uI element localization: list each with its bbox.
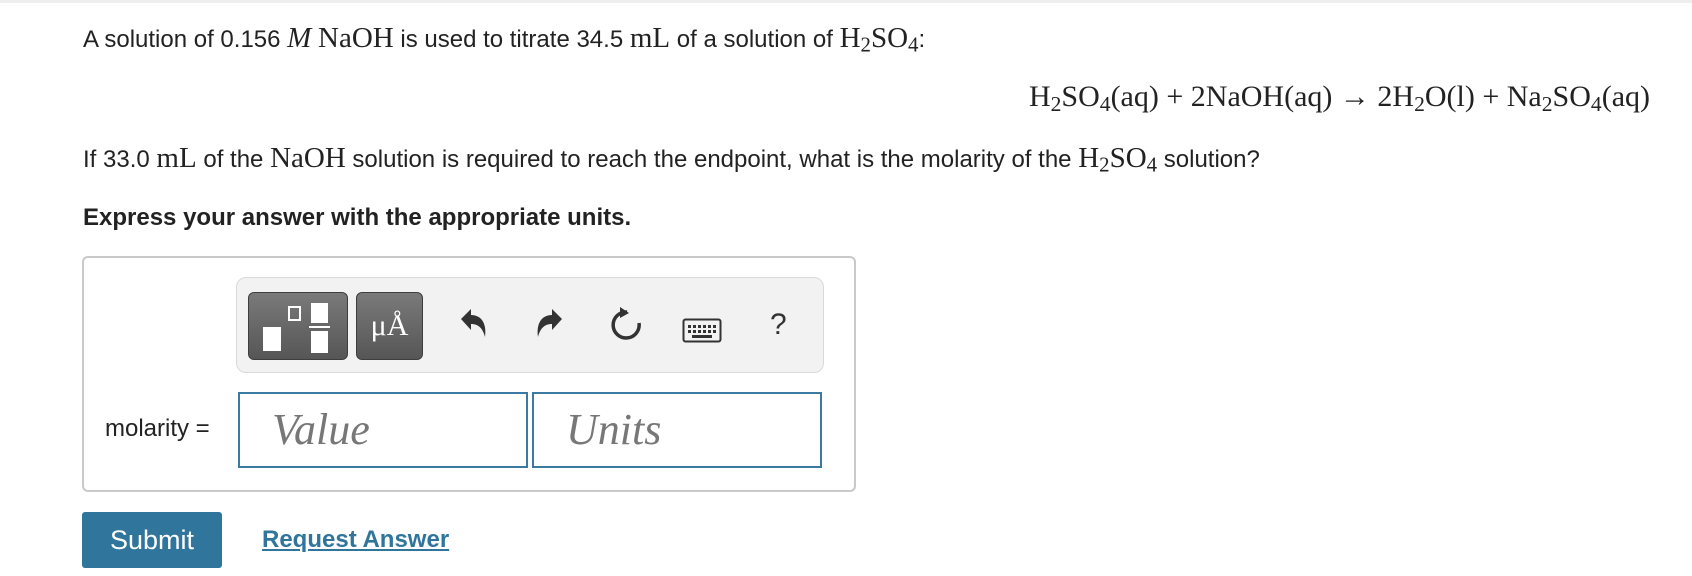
math-naoh: NaOH [318,22,394,54]
text: of the [196,146,271,173]
top-divider [0,0,1692,3]
text: If 33.0 [83,146,157,173]
templates-button[interactable] [248,292,348,360]
math-ml-unit: mL [156,142,197,174]
math-naoh: NaOH [270,142,346,174]
text: solution? [1157,146,1260,173]
math-ml-unit: mL [629,22,671,54]
units-input[interactable]: Units [532,392,822,468]
math-h2so4: H2SO4 [1078,142,1158,177]
value-input[interactable]: Value [238,392,528,468]
text: is used to titrate 34.5 [393,26,630,53]
chemical-equation: H2SO4(aq) + 2NaOH(aq) → 2H2O(l) + Na2SO4… [1028,80,1650,116]
submit-button[interactable]: Submit [82,512,222,568]
question-text: If 33.0 mL of the NaOH solution is requi… [83,142,1260,175]
problem-statement: A solution of 0.156 M NaOH is used to ti… [83,22,925,55]
units-button[interactable]: μÅ [356,292,423,360]
request-answer-link[interactable]: Request Answer [262,526,449,554]
text: of a solution of [670,26,840,53]
text: A solution of 0.156 [83,26,288,53]
keyboard-icon[interactable] [682,318,722,344]
instruction-text: Express your answer with the appropriate… [83,204,632,231]
help-icon[interactable]: ? [770,308,787,342]
undo-icon[interactable] [455,305,491,347]
text: : [918,26,926,53]
math-molar-unit: M [287,22,312,54]
math-h2so4: H2SO4 [839,22,919,57]
reset-icon[interactable] [607,305,645,347]
molarity-label: molarity = [105,415,210,442]
units-icon: μÅ [370,309,409,342]
text: solution is required to reach the endpoi… [345,146,1079,173]
redo-icon[interactable] [532,305,568,347]
